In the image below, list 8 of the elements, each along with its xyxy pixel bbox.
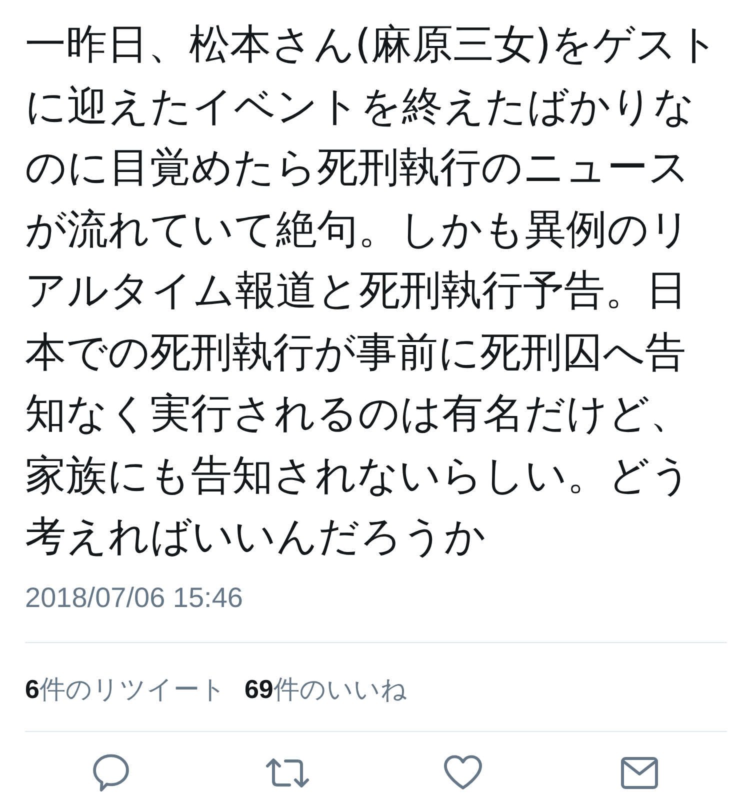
speech-bubble-icon[interactable] — [93, 754, 129, 792]
stat-count[interactable]: 6件のリツイート — [25, 670, 226, 706]
tweet-text: 一昨日、松本さん(麻原三女)をゲストに迎えたイベントを終えたばかりなのに目覚めたら死刑執行のニュースが流れていて絶句。しかも異例のリアルタイム報道と死刑執行予告。日本での死刑執行が事前に死刑囚へ告知なく実行されるのは有名だけど、家族にも告知されないらしい。どう考えればいいんだろうか — [25, 19, 720, 562]
envelope-icon[interactable] — [620, 756, 658, 788]
tweet-timestamp: 2018/07/06 15:46 — [25, 580, 243, 614]
repeat-arrows-icon[interactable] — [266, 758, 308, 788]
stat-count[interactable]: 69件のいいね — [244, 670, 408, 706]
heart-icon[interactable] — [444, 755, 482, 790]
